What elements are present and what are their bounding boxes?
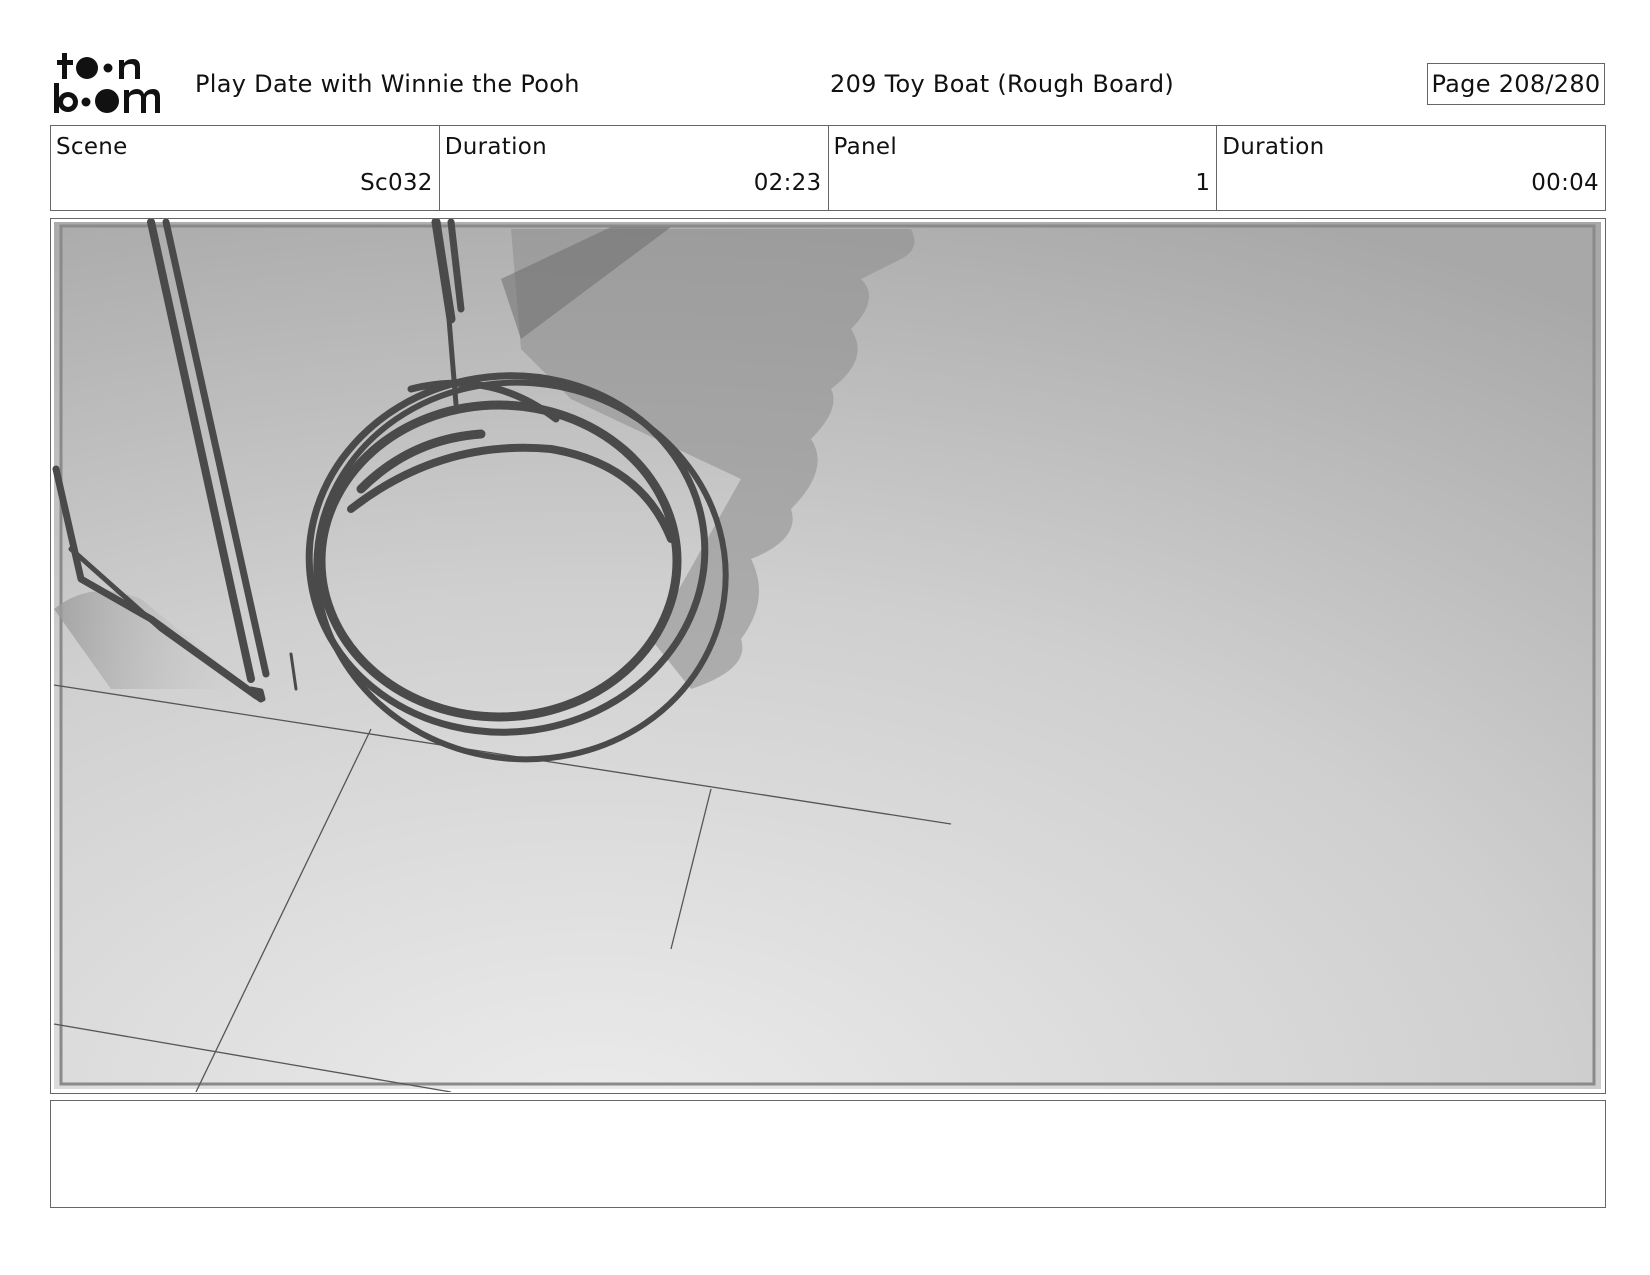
notes-box	[50, 1100, 1606, 1208]
scene-duration-label: Duration	[444, 134, 548, 160]
panel-label: Panel	[833, 134, 898, 160]
panel-cell: Panel 1	[829, 126, 1218, 210]
toonboom-logo-icon	[54, 53, 160, 113]
scene-value: Sc032	[360, 170, 433, 196]
panel-duration-value: 00:04	[1531, 170, 1599, 196]
scene-info-table: Scene Sc032 Duration 02:23 Panel 1 Durat…	[50, 125, 1606, 211]
scene-cell: Scene Sc032	[51, 126, 440, 210]
page-indicator: Page 208/280	[1427, 63, 1605, 105]
project-title: Play Date with Winnie the Pooh	[195, 70, 580, 98]
board-title: 209 Toy Boat (Rough Board)	[830, 70, 1175, 98]
panel-value: 1	[1195, 170, 1211, 196]
panel-duration-label: Duration	[1222, 134, 1325, 160]
storyboard-panel	[50, 218, 1606, 1094]
scene-duration-value: 02:23	[753, 170, 822, 196]
scene-label: Scene	[56, 134, 128, 160]
scene-duration-cell: Duration 02:23	[440, 126, 829, 210]
panel-duration-cell: Duration 00:04	[1217, 126, 1605, 210]
rough-sketch-toy-boat-ring	[51, 219, 1604, 1092]
